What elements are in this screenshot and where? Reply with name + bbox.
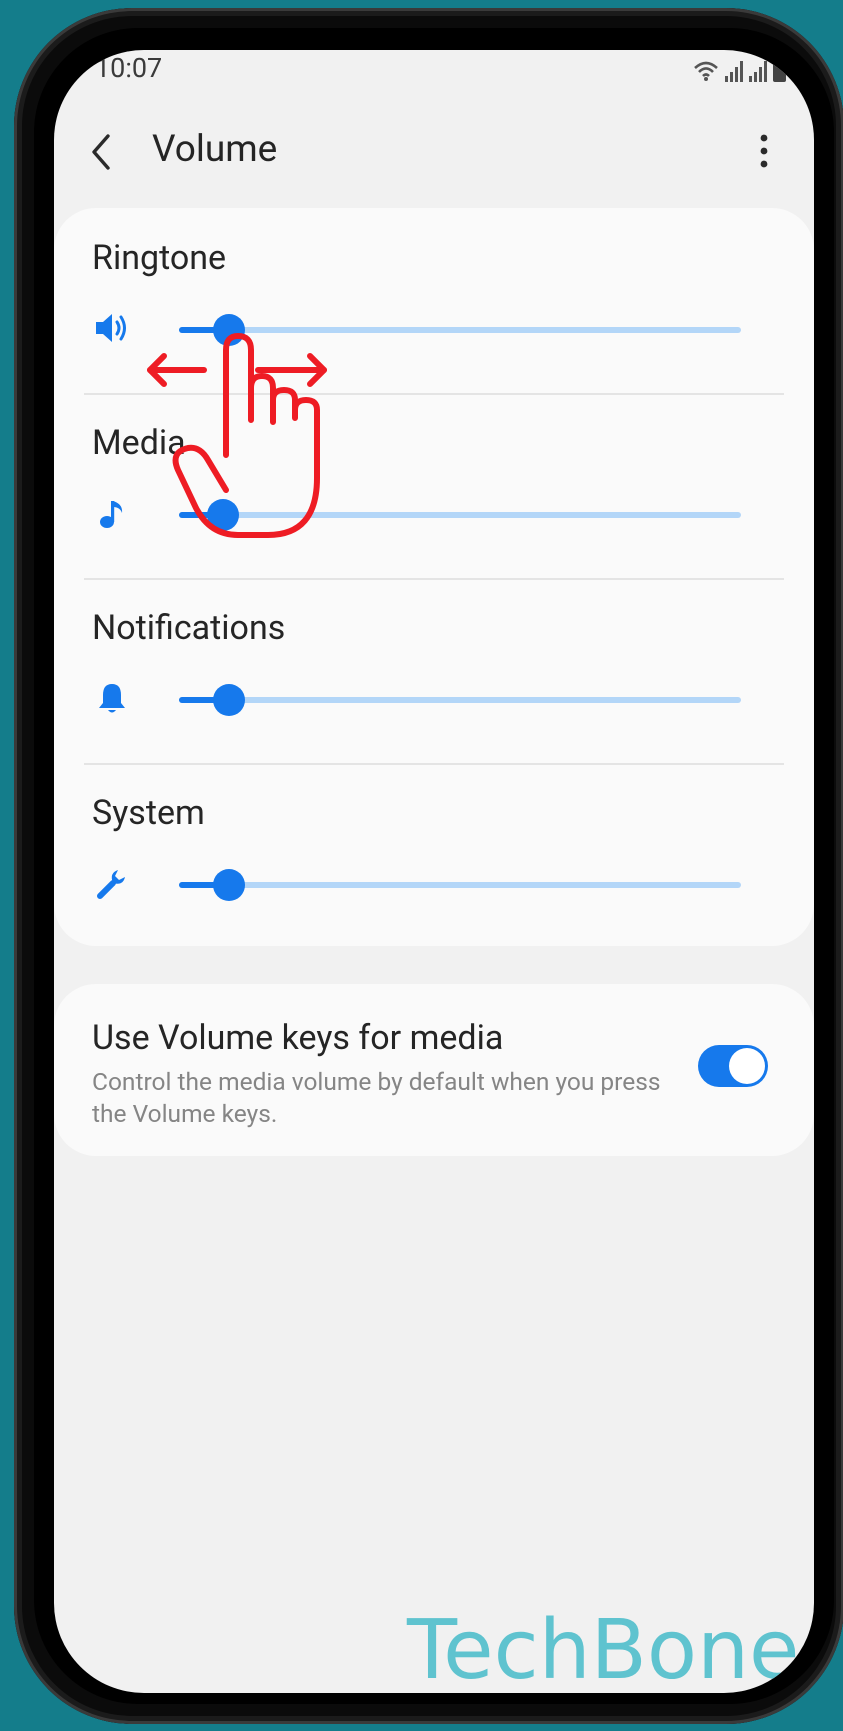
slider-track [179, 882, 741, 888]
signal-icon [749, 60, 767, 82]
more-options-button[interactable] [754, 128, 774, 176]
volume-row-system: System [54, 763, 814, 948]
slider-track [179, 512, 741, 518]
volume-keys-description: Control the media volume by default when… [92, 1067, 661, 1128]
slider-thumb[interactable] [212, 314, 245, 346]
volume-keys-toggle[interactable] [698, 1045, 768, 1087]
chevron-left-icon [92, 134, 110, 170]
watermark: TechBone [407, 1603, 800, 1693]
media-label: Media [92, 423, 186, 463]
slider-thumb[interactable] [207, 499, 240, 531]
battery-icon [773, 58, 786, 82]
status-icons [693, 56, 786, 82]
system-label: System [92, 793, 205, 833]
volume-row-ringtone: Ringtone [54, 208, 814, 393]
signal-icon [725, 60, 743, 82]
page-title: Volume [152, 128, 278, 171]
volume-row-media: Media [54, 393, 814, 578]
ringtone-label: Ringtone [92, 238, 227, 278]
phone-screen: 10:07 Volume Ringtone Media Notification… [54, 50, 814, 1693]
volume-keys-title: Use Volume keys for media [92, 1018, 504, 1058]
notifications-slider[interactable] [179, 682, 741, 718]
slider-track [179, 697, 741, 703]
app-bar: Volume [54, 110, 814, 210]
status-bar: 10:07 [54, 50, 814, 88]
volume-card: Ringtone Media Notifications System [54, 208, 814, 946]
slider-thumb[interactable] [212, 869, 245, 901]
system-slider[interactable] [179, 867, 741, 903]
volume-row-notifications: Notifications [54, 578, 814, 763]
slider-track [179, 327, 741, 333]
notifications-label: Notifications [92, 608, 286, 648]
wrench-icon[interactable] [92, 863, 132, 903]
wifi-icon [694, 61, 718, 81]
toggle-knob [729, 1048, 765, 1084]
back-button[interactable] [84, 128, 124, 176]
media-slider[interactable] [179, 497, 741, 533]
status-time: 10:07 [95, 52, 163, 84]
more-vertical-icon [760, 134, 768, 168]
slider-thumb[interactable] [212, 684, 245, 716]
ringtone-slider[interactable] [179, 312, 741, 348]
volume-keys-setting[interactable]: Use Volume keys for media Control the me… [54, 984, 814, 1156]
speaker-icon[interactable] [92, 308, 132, 348]
music-note-icon[interactable] [92, 493, 132, 533]
bell-icon[interactable] [92, 678, 132, 718]
